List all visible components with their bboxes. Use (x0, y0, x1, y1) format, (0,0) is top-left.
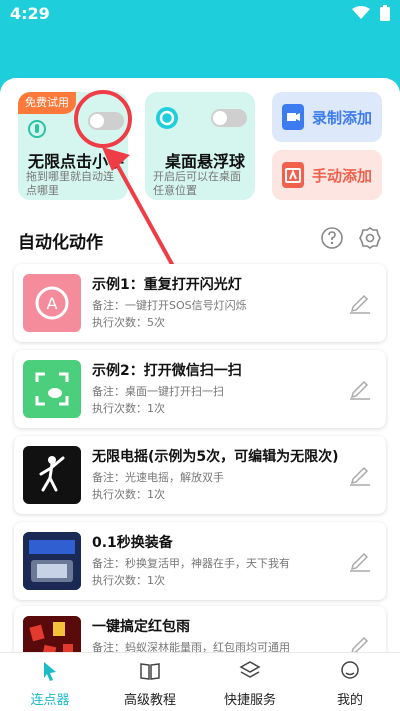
action-item[interactable]: A 示例1：重复打开闪光灯 备注：一键打开SOS信号灯闪烁 执行次数：5次 (14, 264, 386, 342)
item-count: 执行次数：1次 (92, 488, 165, 501)
float-ball-toggle[interactable] (211, 109, 247, 127)
profile-icon (341, 661, 359, 679)
tab-label: 连点器 (30, 693, 70, 708)
manual-add-button[interactable]: 手动添加 (272, 150, 382, 200)
section-title: 自动化动作 (18, 233, 103, 253)
status-time: 4:29 (10, 4, 50, 23)
action-item[interactable]: 无限电摇(示例为5次，可编辑为无限次) 备注：光速电摇，解放双手 执行次数：1次 (14, 436, 386, 514)
item-name: 0.1秒换装备 (92, 535, 173, 551)
flashlight-thumb: A (23, 274, 81, 332)
hand-icon (28, 120, 46, 138)
tab-tutorial[interactable]: 高级教程 (100, 659, 200, 708)
tab-quick-service[interactable]: 快捷服务 (200, 659, 300, 708)
item-note: 备注：秒换复活甲，神器在手，天下我有 (92, 557, 290, 570)
manual-add-label: 手动添加 (312, 166, 373, 185)
record-add-button[interactable]: 录制添加 (272, 92, 382, 142)
item-note: 备注：光速电摇，解放双手 (92, 471, 224, 484)
tab-label: 我的 (336, 693, 363, 708)
action-item[interactable]: 0.1秒换装备 备注：秒换复活甲，神器在手，天下我有 执行次数：1次 (14, 522, 386, 600)
wechat-scan-thumb (23, 360, 81, 418)
edit-icon[interactable] (348, 290, 372, 314)
settings-icon[interactable] (358, 226, 382, 250)
item-name: 示例1：重复打开闪光灯 (92, 277, 242, 293)
item-name: 示例2：打开微信扫一扫 (92, 363, 242, 379)
book-icon (140, 663, 160, 680)
status-bar: 4:29 (0, 0, 400, 28)
item-note: 备注：桌面一键打开扫一扫 (92, 385, 224, 398)
wifi-icon (352, 6, 370, 19)
game-thumb (23, 532, 81, 590)
edit-icon[interactable] (348, 548, 372, 572)
manual-icon (282, 162, 304, 188)
tab-label: 快捷服务 (223, 693, 276, 708)
float-ball-icon (156, 107, 178, 129)
bottom-tab-bar: 连点器 高级教程 快捷服务 我的 (0, 652, 400, 711)
svg-text:A: A (47, 294, 58, 313)
highlight-circle (74, 90, 132, 148)
edit-icon[interactable] (348, 462, 372, 486)
tab-label: 高级教程 (123, 693, 176, 708)
tab-clicker[interactable]: 连点器 (0, 659, 100, 708)
help-icon[interactable] (320, 226, 344, 250)
tab-mine[interactable]: 我的 (300, 659, 400, 708)
layers-icon (239, 661, 261, 678)
item-count: 执行次数：5次 (92, 316, 165, 329)
item-count: 执行次数：1次 (92, 402, 165, 415)
video-icon (282, 104, 304, 130)
item-name: 一键搞定红包雨 (92, 619, 190, 635)
item-note: 备注：一键打开SOS信号灯闪烁 (92, 299, 247, 312)
shake-thumb (23, 446, 81, 504)
item-count: 执行次数：1次 (92, 574, 165, 587)
action-item[interactable]: 示例2：打开微信扫一扫 备注：桌面一键打开扫一扫 执行次数：1次 (14, 350, 386, 428)
edit-icon[interactable] (348, 376, 372, 400)
battery-icon (380, 5, 390, 21)
record-add-label: 录制添加 (312, 108, 373, 127)
item-name: 无限电摇(示例为5次，可编辑为无限次) (92, 449, 339, 465)
free-trial-badge: 免费试用 (18, 92, 76, 114)
cursor-icon (44, 662, 56, 681)
